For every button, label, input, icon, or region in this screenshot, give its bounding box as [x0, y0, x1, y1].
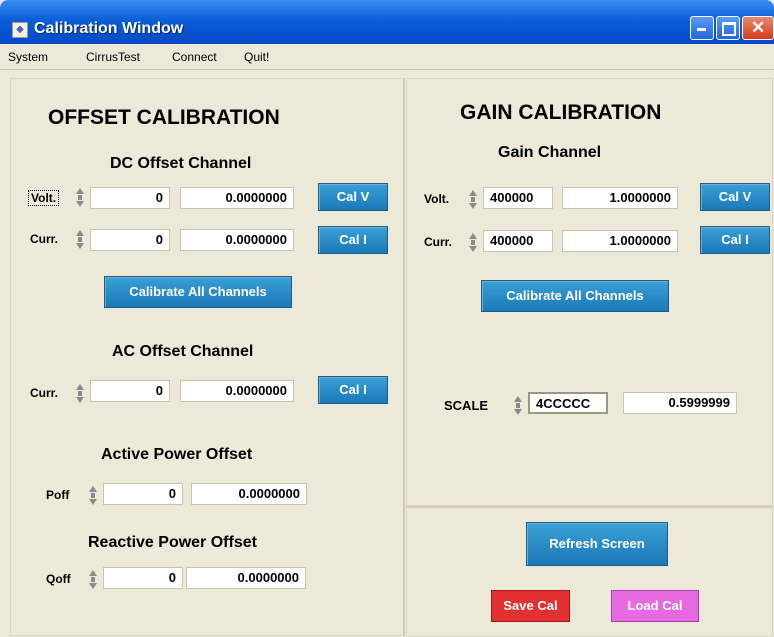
scale-hex-field[interactable]: 4CCCCC — [528, 392, 608, 414]
minimize-icon — [697, 28, 706, 31]
qoff-spinner[interactable] — [89, 570, 100, 592]
ac-curr-value-field: 0.0000000 — [180, 380, 294, 402]
dc-volt-label: Volt. — [28, 190, 60, 206]
poff-hex-field[interactable]: 0 — [103, 483, 183, 505]
refresh-screen-button[interactable]: Refresh Screen — [526, 522, 668, 566]
title-bar: ◆ Calibration Window ✕ — [0, 0, 774, 44]
app-icon[interactable]: ◆ — [12, 22, 28, 38]
maximize-icon — [722, 22, 736, 36]
load-cal-button[interactable]: Load Cal — [611, 590, 699, 622]
scale-spinner[interactable] — [514, 396, 525, 418]
poff-value-field: 0.0000000 — [191, 483, 307, 505]
ac-cal-i-button[interactable]: Cal I — [318, 376, 388, 404]
gain-curr-hex-field[interactable]: 400000 — [483, 230, 553, 252]
dc-curr-label: Curr. — [30, 232, 59, 246]
ac-curr-spinner[interactable] — [76, 384, 87, 406]
dc-volt-spinner[interactable] — [76, 188, 87, 210]
offset-calibrate-all-button[interactable]: Calibrate All Channels — [104, 276, 292, 308]
active-power-offset-heading: Active Power Offset — [101, 446, 253, 463]
gain-calibrate-all-button[interactable]: Calibrate All Channels — [481, 280, 669, 312]
maximize-button[interactable] — [716, 16, 740, 40]
gain-volt-value-field: 1.0000000 — [562, 187, 678, 209]
poff-label: Poff — [46, 488, 70, 502]
gain-cal-i-button[interactable]: Cal I — [700, 226, 770, 254]
minimize-button[interactable] — [690, 16, 714, 40]
dc-curr-hex-field[interactable]: 0 — [90, 229, 170, 251]
gain-calibration-title: GAIN CALIBRATION — [460, 101, 662, 124]
offset-calibration-title: OFFSET CALIBRATION — [48, 106, 280, 129]
ac-curr-label: Curr. — [30, 386, 59, 400]
qoff-value-field: 0.0000000 — [186, 567, 306, 589]
dc-cal-v-button[interactable]: Cal V — [318, 183, 388, 211]
dc-offset-heading: DC Offset Channel — [110, 155, 252, 172]
gain-volt-spinner[interactable] — [469, 190, 480, 212]
menu-quit[interactable]: Quit! — [244, 50, 269, 64]
gain-channel-heading: Gain Channel — [498, 144, 602, 161]
ac-curr-hex-field[interactable]: 0 — [90, 380, 170, 402]
gain-cal-v-button[interactable]: Cal V — [700, 183, 770, 211]
dc-volt-value-field: 0.0000000 — [180, 187, 294, 209]
window-title: Calibration Window — [34, 20, 184, 37]
dc-cal-i-button[interactable]: Cal I — [318, 226, 388, 254]
dc-curr-value-field: 0.0000000 — [180, 229, 294, 251]
save-cal-button[interactable]: Save Cal — [491, 590, 570, 622]
gain-volt-hex-field[interactable]: 400000 — [483, 187, 553, 209]
gain-curr-spinner[interactable] — [469, 233, 480, 255]
menu-bar: System CirrusTest Connect Quit! — [0, 44, 774, 70]
gain-volt-label: Volt. — [424, 192, 450, 206]
menu-connect[interactable]: Connect — [172, 50, 217, 64]
menu-cirrustest[interactable]: CirrusTest — [86, 50, 140, 64]
close-button[interactable]: ✕ — [742, 16, 774, 40]
scale-value-field: 0.5999999 — [623, 392, 737, 414]
qoff-hex-field[interactable]: 0 — [103, 567, 183, 589]
dc-curr-spinner[interactable] — [76, 230, 87, 252]
ac-offset-heading: AC Offset Channel — [112, 343, 254, 360]
gain-curr-value-field: 1.0000000 — [562, 230, 678, 252]
qoff-label: Qoff — [46, 572, 71, 586]
close-icon: ✕ — [751, 18, 766, 37]
menu-system[interactable]: System — [8, 50, 48, 64]
dc-volt-hex-field[interactable]: 0 — [90, 187, 170, 209]
gain-curr-label: Curr. — [424, 235, 453, 249]
reactive-power-offset-heading: Reactive Power Offset — [88, 534, 257, 551]
poff-spinner[interactable] — [89, 486, 100, 508]
scale-label: SCALE — [444, 398, 489, 413]
